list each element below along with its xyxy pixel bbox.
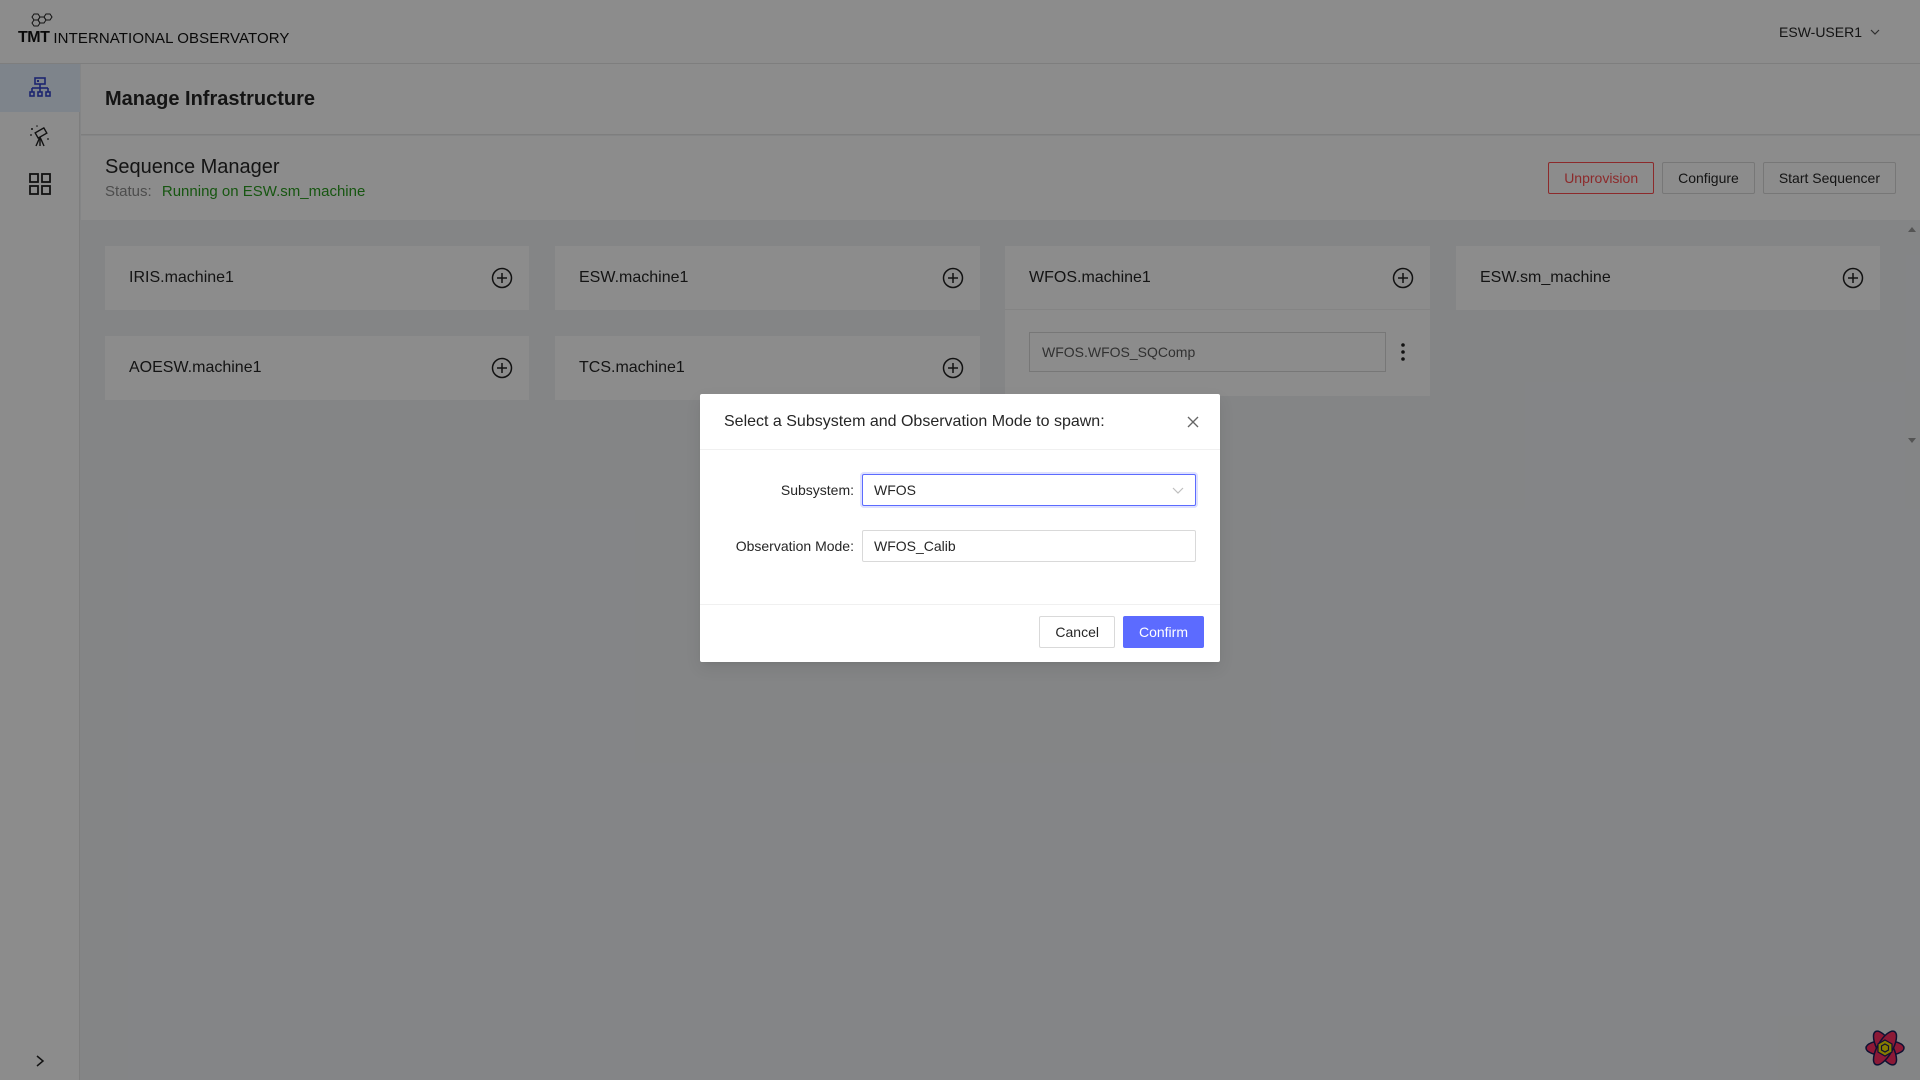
subsystem-select[interactable]: WFOS [862, 474, 1196, 506]
observation-mode-field[interactable] [862, 530, 1196, 562]
subsystem-selected-value: WFOS [874, 482, 916, 498]
confirm-button[interactable]: Confirm [1122, 615, 1204, 648]
spawn-sequencer-modal: Select a Subsystem and Observation Mode … [700, 394, 1220, 662]
close-icon [1187, 416, 1199, 427]
cancel-button[interactable]: Cancel [1039, 615, 1115, 648]
modal-close-button[interactable] [1186, 415, 1200, 429]
subsystem-row: Subsystem: WFOS [724, 474, 1196, 506]
chevron-down-icon [1172, 487, 1184, 494]
subsystem-label: Subsystem: [780, 482, 854, 498]
observation-mode-row: Observation Mode: [724, 530, 1196, 562]
observation-mode-input[interactable] [874, 538, 1184, 554]
observation-mode-label: Observation Mode: [735, 538, 854, 554]
modal-title: Select a Subsystem and Observation Mode … [724, 412, 1105, 430]
